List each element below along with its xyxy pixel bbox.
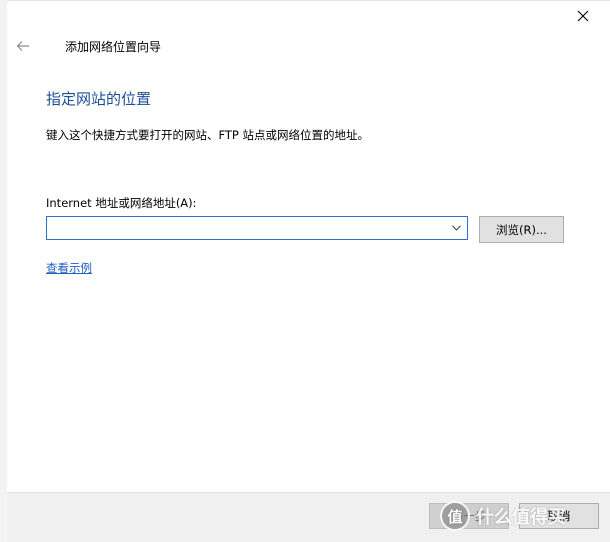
- view-examples-link[interactable]: 查看示例: [46, 260, 92, 276]
- chevron-down-icon: [451, 225, 461, 231]
- add-network-location-wizard: 添加网络位置向导 指定网站的位置 键入这个快捷方式要打开的网站、FTP 站点或网…: [0, 0, 610, 542]
- arrow-left-icon: [16, 41, 29, 51]
- window-top-border: [0, 0, 610, 1]
- close-icon: [577, 10, 589, 22]
- page-heading: 指定网站的位置: [46, 90, 152, 108]
- window-left-border: [0, 0, 7, 542]
- wizard-title: 添加网络位置向导: [65, 40, 162, 54]
- wizard-footer: 下一步 取消: [7, 492, 610, 542]
- address-combobox[interactable]: [46, 216, 468, 240]
- next-button[interactable]: 下一步: [429, 503, 509, 529]
- close-button[interactable]: [568, 2, 598, 30]
- address-field-label: Internet 地址或网络地址(A):: [46, 196, 197, 210]
- browse-button[interactable]: 浏览(R)...: [479, 216, 564, 243]
- cancel-button[interactable]: 取消: [519, 503, 599, 529]
- instruction-text: 键入这个快捷方式要打开的网站、FTP 站点或网络位置的地址。: [46, 128, 370, 142]
- address-input[interactable]: [47, 217, 443, 239]
- address-dropdown-button[interactable]: [447, 217, 465, 239]
- back-button[interactable]: [12, 36, 34, 56]
